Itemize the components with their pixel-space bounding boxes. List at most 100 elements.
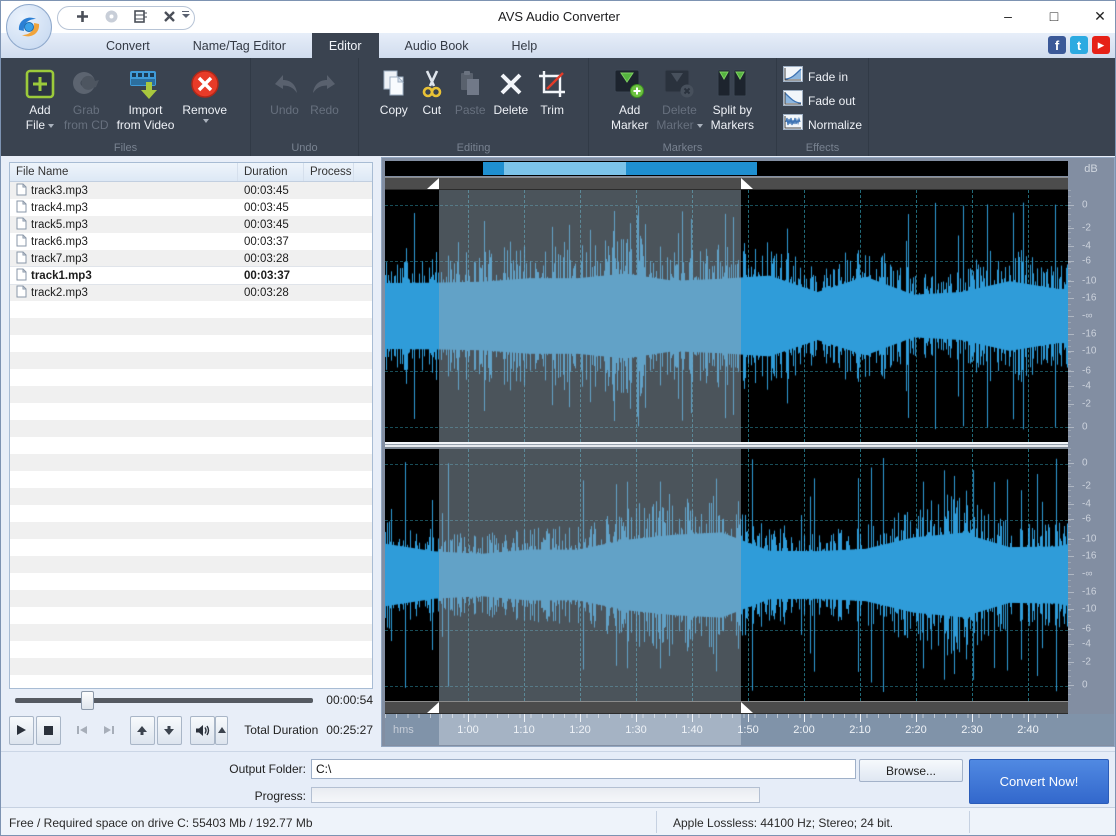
db-tick: [1068, 519, 1074, 520]
db-label: -16: [1082, 293, 1096, 304]
selection-end-handle[interactable]: [741, 702, 753, 713]
db-tick: [1068, 644, 1074, 645]
move-up-button[interactable]: [130, 716, 155, 745]
fade-out-icon: [783, 90, 803, 111]
maximize-button[interactable]: □: [1043, 5, 1065, 27]
normalize-button[interactable]: Normalize: [783, 114, 862, 135]
arrow-up-icon: [136, 725, 148, 736]
db-label: -16: [1082, 551, 1096, 562]
db-label: -10: [1082, 604, 1096, 615]
next-track-button[interactable]: [96, 716, 121, 745]
split-by-markers-button[interactable]: Split byMarkers: [707, 64, 758, 134]
copy-button[interactable]: Copy: [375, 64, 413, 119]
twitter-icon[interactable]: t: [1070, 36, 1088, 54]
add-marker-button[interactable]: AddMarker: [607, 64, 652, 134]
ribbon-group-label: Effects: [777, 142, 868, 154]
table-row[interactable]: track7.mp300:03:28: [10, 250, 372, 267]
table-row[interactable]: track3.mp300:03:45: [10, 182, 372, 199]
column-header-duration[interactable]: Duration: [238, 163, 304, 181]
ruler-time-label: 2:00: [793, 724, 814, 736]
column-header-process[interactable]: Process: [304, 163, 354, 181]
ribbon-group-label: Undo: [251, 142, 358, 154]
fade-in-button[interactable]: Fade in: [783, 66, 848, 87]
fade-out-button[interactable]: Fade out: [783, 90, 855, 111]
selection-handle-bar-bottom[interactable]: [385, 701, 1068, 714]
volume-button[interactable]: [190, 716, 215, 745]
remove-button[interactable]: Remove: [178, 64, 231, 134]
waveform-display[interactable]: [385, 190, 1068, 701]
table-row-empty: [10, 573, 372, 590]
import-video-icon: [127, 66, 163, 102]
table-row[interactable]: track6.mp3 00:03:37: [10, 233, 372, 250]
stop-button[interactable]: [36, 716, 61, 745]
convert-now-button[interactable]: Convert Now!: [969, 759, 1109, 804]
time-ruler[interactable]: hms1:001:101:201:301:401:502:002:102:202…: [385, 714, 1114, 745]
waveform-overview-bar[interactable]: [385, 161, 1068, 176]
delete-button[interactable]: Delete: [490, 64, 533, 119]
db-label: -6: [1082, 624, 1091, 635]
add-file-button[interactable]: AddFile: [20, 64, 60, 134]
add-marker-icon: [613, 66, 647, 102]
paste-icon: [455, 66, 485, 102]
table-row[interactable]: track5.mp300:03:45: [10, 216, 372, 233]
db-tick: [1068, 386, 1074, 387]
table-row-empty: [10, 369, 372, 386]
ribbon-group-label: Markers: [589, 142, 776, 154]
tab-editor[interactable]: Editor: [312, 33, 379, 58]
db-label: 0: [1082, 679, 1088, 690]
tab-convert[interactable]: Convert: [89, 33, 167, 58]
table-row-empty: [10, 437, 372, 454]
tab-help[interactable]: Help: [494, 33, 554, 58]
selection-start-handle[interactable]: [427, 178, 439, 189]
ruler-tick: [972, 714, 973, 722]
import-from-video-button[interactable]: Importfrom Video: [113, 64, 179, 134]
file-name: track6.mp3: [31, 236, 88, 248]
file-duration: 00:03:37: [238, 267, 304, 284]
ruler-tick: [916, 714, 917, 722]
table-row[interactable]: track1.mp300:03:37: [10, 267, 372, 284]
move-down-button[interactable]: [157, 716, 182, 745]
table-row-empty: [10, 352, 372, 369]
column-header-file-name[interactable]: File Name: [10, 163, 238, 181]
file-duration: 00:03:37: [238, 233, 304, 250]
db-tick: [1068, 574, 1074, 575]
output-folder-input[interactable]: [311, 759, 856, 779]
play-button[interactable]: [9, 716, 34, 745]
total-duration-value: 00:25:27: [326, 723, 373, 737]
volume-popup-button[interactable]: [215, 716, 228, 745]
selection-end-handle[interactable]: [741, 178, 753, 189]
file-list-header: File NameDurationProcess: [10, 163, 372, 182]
table-row-empty: [10, 386, 372, 403]
file-name: track5.mp3: [31, 219, 88, 231]
ruler-time-label: 2:10: [849, 724, 870, 736]
cut-button[interactable]: Cut: [413, 64, 451, 119]
db-label: -4: [1082, 241, 1091, 252]
browse-button[interactable]: Browse...: [859, 759, 963, 782]
table-row[interactable]: track4.mp300:03:45: [10, 199, 372, 216]
button-label: Markers: [711, 118, 754, 132]
table-row-empty: [10, 675, 372, 689]
previous-track-button[interactable]: [69, 716, 94, 745]
split-markers-icon: [715, 66, 749, 102]
tab-name-tag-editor[interactable]: Name/Tag Editor: [176, 33, 303, 58]
tab-audio-book[interactable]: Audio Book: [388, 33, 486, 58]
seek-slider-track[interactable]: [15, 698, 313, 703]
selection-handle-bar-top[interactable]: [385, 177, 1068, 190]
trim-button[interactable]: Trim: [532, 64, 572, 119]
youtube-icon[interactable]: ▸: [1092, 36, 1110, 54]
minimize-button[interactable]: –: [997, 5, 1019, 27]
table-row[interactable]: track2.mp300:03:28: [10, 284, 372, 301]
facebook-icon[interactable]: f: [1048, 36, 1066, 54]
ruler-time-label: 1:50: [737, 724, 758, 736]
close-button[interactable]: ✕: [1089, 5, 1111, 27]
button-label: Copy: [380, 103, 408, 117]
db-tick: [1068, 504, 1074, 505]
selection-start-handle[interactable]: [427, 702, 439, 713]
arrow-up-small-icon: [218, 727, 226, 733]
total-duration-label: Total Duration: [244, 723, 318, 737]
app-logo-icon[interactable]: [6, 4, 52, 50]
seek-slider-handle[interactable]: [81, 691, 94, 710]
add-file-icon: [24, 66, 56, 102]
overview-loaded-segment: [504, 162, 626, 175]
table-row-empty: [10, 607, 372, 624]
